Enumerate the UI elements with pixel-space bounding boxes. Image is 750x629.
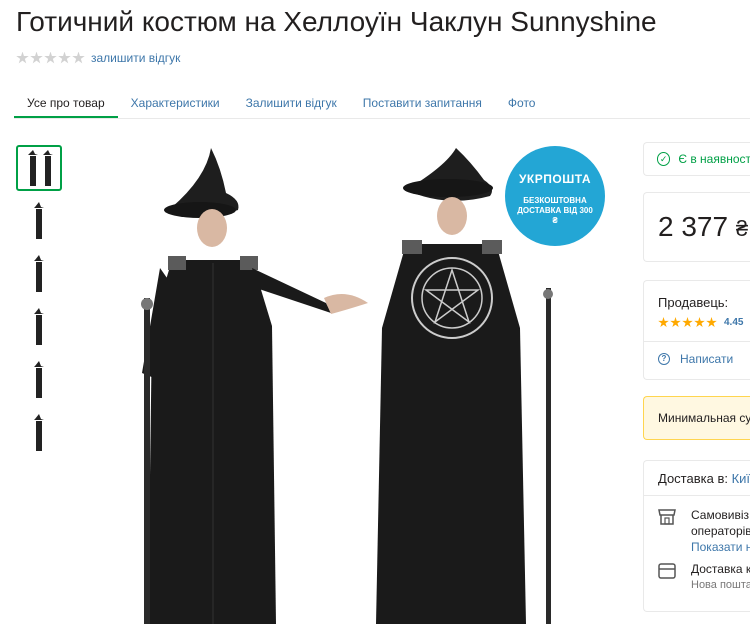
badge-text: БЕЗКОШТОВНА ДОСТАВКА ВІД 300 ₴ — [517, 196, 593, 225]
thumbnail-1[interactable] — [16, 145, 62, 191]
thumbnail-6[interactable] — [16, 410, 62, 456]
wizard-front-figure — [141, 148, 368, 624]
tab-all-about[interactable]: Усе про товар — [14, 86, 118, 118]
thumbnail-2[interactable] — [16, 198, 62, 244]
star-icon — [694, 317, 705, 328]
delivery-label: Доставка в: — [658, 471, 728, 486]
price: 2 377 ₴ — [658, 211, 748, 243]
courier-icon — [658, 563, 676, 579]
availability-status: ✓ Є в наявност — [643, 142, 750, 176]
ukrposhta-badge: УКРПОШТА БЕЗКОШТОВНА ДОСТАВКА ВІД 300 ₴ — [505, 146, 605, 246]
seller-rating[interactable]: 4.45 — [658, 317, 743, 328]
write-label: Написати — [680, 352, 734, 366]
write-seller-button[interactable]: ? Написати — [658, 352, 733, 366]
pickup-show-link[interactable]: Показати н — [691, 539, 750, 555]
delivery-box: Доставка в: Киї Самовивіз операторів Пок… — [643, 460, 750, 612]
rating-stars[interactable] — [16, 51, 85, 65]
thumbnail-list — [16, 145, 62, 463]
thumbnail-5[interactable] — [16, 357, 62, 403]
check-icon: ✓ — [657, 152, 671, 166]
thumbnail-4[interactable] — [16, 304, 62, 350]
star-half-icon — [706, 317, 717, 328]
star-icon — [670, 317, 681, 328]
rating-row: залишити відгук — [16, 50, 180, 66]
tab-leave-review[interactable]: Залишити відгук — [233, 86, 350, 118]
delivery-title: Доставка в: Киї — [658, 471, 750, 486]
product-tabs: Усе про товар Характеристики Залишити ві… — [14, 86, 750, 119]
courier-title: Доставка к — [691, 562, 750, 576]
price-box: 2 377 ₴ — [643, 192, 750, 262]
divider — [644, 495, 750, 496]
delivery-city-link[interactable]: Киї — [732, 471, 750, 486]
star-icon — [30, 51, 43, 64]
availability-text: Є в наявност — [678, 152, 750, 166]
page-title: Готичний костюм на Хеллоуїн Чаклун Sunny… — [16, 6, 657, 37]
courier-sub: Нова пошта — [691, 579, 750, 591]
shop-icon — [658, 509, 676, 525]
tab-photo[interactable]: Фото — [495, 86, 549, 118]
seller-rating-value: 4.45 — [724, 317, 744, 328]
min-sum-notice: Минимальная сум — [643, 396, 750, 440]
star-icon — [682, 317, 693, 328]
divider — [644, 341, 750, 342]
star-icon — [72, 51, 85, 64]
pickup-sub: операторів — [691, 524, 750, 538]
pickup-title: Самовивіз — [691, 508, 750, 522]
seller-box: Продавець: 4.45 ? Написати — [643, 280, 750, 380]
seller-label: Продавець: — [658, 295, 729, 310]
badge-title: УКРПОШТА — [518, 172, 592, 186]
question-icon: ? — [658, 353, 670, 365]
price-currency: ₴ — [735, 216, 749, 241]
min-sum-text: Минимальная сум — [658, 411, 750, 425]
star-icon — [658, 317, 669, 328]
tab-ask-question[interactable]: Поставити запитання — [350, 86, 495, 118]
star-icon — [16, 51, 29, 64]
thumbnail-3[interactable] — [16, 251, 62, 297]
star-icon — [58, 51, 71, 64]
tab-characteristics[interactable]: Характеристики — [118, 86, 233, 118]
price-value: 2 377 — [658, 211, 729, 242]
leave-review-link[interactable]: залишити відгук — [91, 51, 180, 65]
star-icon — [44, 51, 57, 64]
